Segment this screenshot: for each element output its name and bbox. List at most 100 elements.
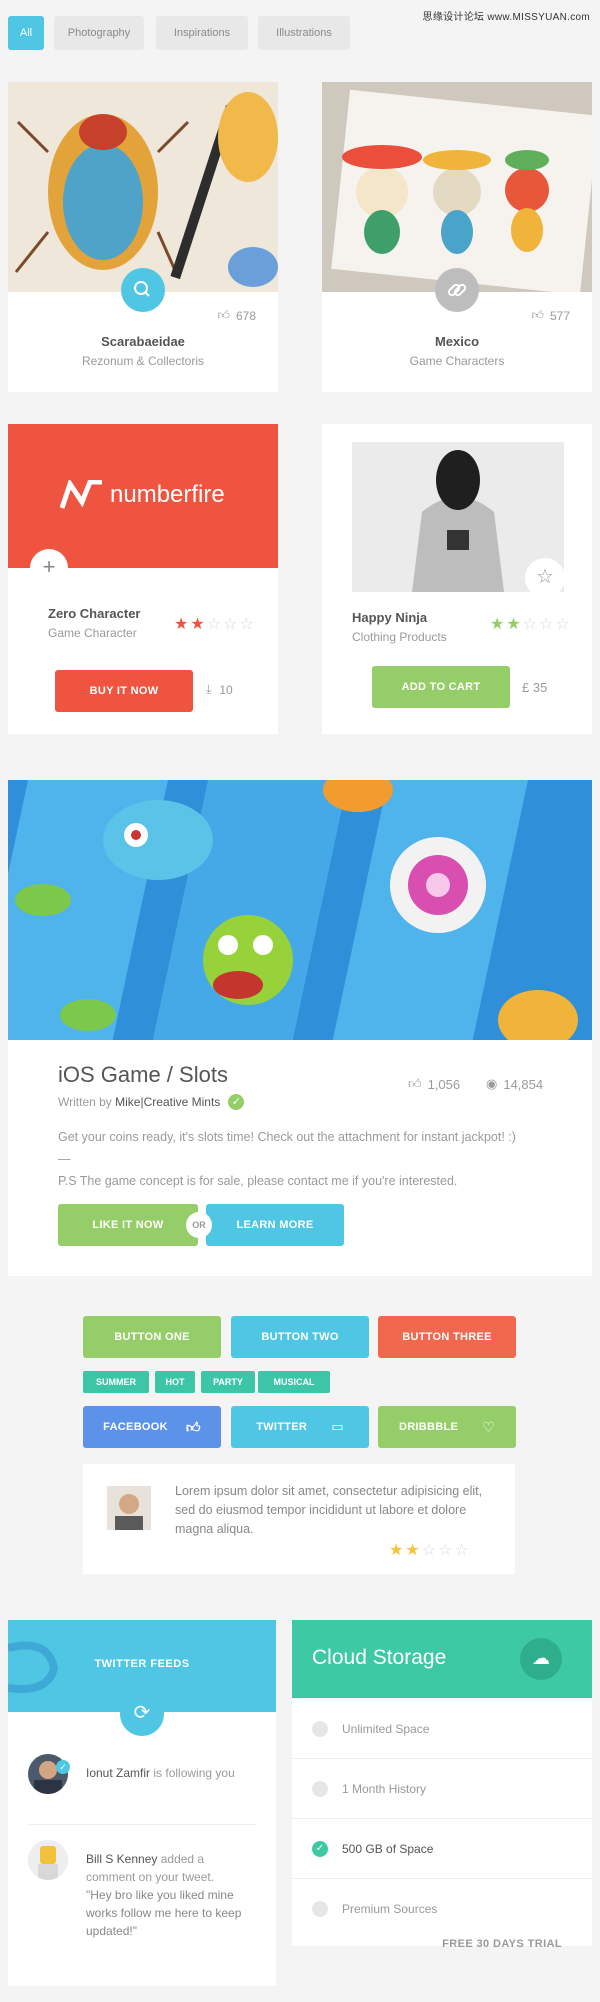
link-button[interactable] (435, 268, 479, 312)
feature-row[interactable]: 1 Month History (292, 1758, 592, 1818)
post-text: Get your coins ready, it's slots time! C… (58, 1130, 516, 1144)
card-subtitle: Game Characters (409, 354, 505, 368)
thumbs-up-icon: 👍︎ (185, 1419, 201, 1435)
feed-item: Bill S Kenney added a comment on your tw… (86, 1850, 256, 1940)
author-link[interactable]: Mike (115, 1095, 140, 1109)
cloud-storage-header: Cloud Storage ☁ (292, 1620, 592, 1698)
likes-counter[interactable]: 👍︎ 577 (531, 308, 570, 323)
thumbs-up-icon: 👍︎ (408, 1076, 422, 1091)
feed-user-name[interactable]: Bill S Kenney (86, 1852, 157, 1866)
thumbs-up-icon: 👍︎ (217, 308, 230, 322)
search-icon (134, 281, 150, 297)
or-divider: OR (186, 1212, 212, 1238)
post-title: iOS Game / Slots (58, 1062, 228, 1087)
download-icon: ⤓ (206, 682, 212, 696)
twitter-button[interactable]: TWITTER ▭ (231, 1406, 369, 1448)
post-divider: — (58, 1152, 71, 1166)
user-avatar (28, 1840, 68, 1880)
unchecked-circle-icon (312, 1901, 328, 1917)
watermark: 思缘设计论坛 www.MISSYUAN.com (422, 12, 590, 23)
post-ps: P.S The game concept is for sale, please… (58, 1174, 458, 1188)
learn-more-button[interactable]: LEARN MORE (206, 1204, 344, 1246)
feed-user-name[interactable]: Ionut Zamfir (86, 1766, 150, 1780)
numberfire-banner: numberfire (8, 424, 278, 568)
checked-circle-icon: ✓ (312, 1841, 328, 1857)
cloud-storage-widget: Cloud Storage ☁ Unlimited Space 1 Month … (292, 1620, 592, 1950)
review-card: Lorem ipsum dolor sit amet, consectetur … (83, 1464, 515, 1574)
free-trial-link[interactable]: FREE 30 DAYS TRIAL (442, 1938, 562, 1950)
unchecked-circle-icon (312, 1721, 328, 1737)
post-views: ◉ 14,854 (486, 1076, 544, 1092)
product-title: Zero Character (48, 606, 141, 621)
tab-illustrations[interactable]: Illustrations (258, 16, 350, 50)
company-link[interactable]: Creative Mints (144, 1095, 221, 1109)
verified-icon: ✓ (228, 1094, 245, 1110)
eye-icon: ◉ (486, 1076, 498, 1091)
heart-icon: ♡ (482, 1419, 496, 1435)
product-title: Happy Ninja (352, 610, 428, 625)
facebook-button[interactable]: FACEBOOK 👍︎ (83, 1406, 221, 1448)
unchecked-circle-icon (312, 1781, 328, 1797)
add-button[interactable]: + (30, 549, 68, 587)
follow-check-icon: ✓ (56, 1760, 70, 1774)
refresh-icon: ⟳ (133, 1702, 151, 1724)
product-card-numberfire: numberfire + Zero Character Game Charact… (8, 424, 278, 734)
card-subtitle: Rezonum & Collectoris (81, 354, 205, 368)
button-two[interactable]: BUTTON TWO (231, 1316, 369, 1358)
beetle-illustration (8, 82, 278, 292)
rating-stars: ★★☆☆☆ (174, 616, 256, 633)
feed-divider (28, 1824, 256, 1825)
gallery-card-mexico: 👍︎ 577 Mexico Game Characters (322, 82, 592, 392)
tab-all[interactable]: All (8, 16, 44, 50)
favorite-button[interactable]: ☆ (525, 558, 565, 598)
feature-row[interactable]: Unlimited Space (292, 1698, 592, 1758)
product-subtitle: Clothing Products (352, 630, 447, 644)
card-title: Mexico (434, 334, 480, 349)
tag-summer[interactable]: SUMMER (83, 1371, 149, 1393)
refresh-button[interactable]: ⟳ (120, 1692, 164, 1736)
tab-inspirations[interactable]: Inspirations (156, 16, 248, 50)
likes-counter[interactable]: 👍︎ 678 (217, 308, 256, 323)
reviewer-avatar (107, 1486, 151, 1530)
post-byline: Written by Mike | Creative Mints ✓ (58, 1094, 245, 1110)
gallery-card-scarabaeidae: 👍︎ 678 Scarabaeidae Rezonum & Collectori… (8, 82, 278, 392)
numberfire-logo: numberfire (60, 480, 225, 510)
rating-stars: ★★☆☆☆ (389, 1542, 471, 1559)
twitter-feeds-title: TWITTER FEEDS (94, 1658, 190, 1670)
thumbs-up-icon: 👍︎ (531, 308, 544, 322)
tag-party[interactable]: PARTY (201, 1371, 255, 1393)
feature-row[interactable]: Premium Sources (292, 1878, 592, 1938)
button-three[interactable]: BUTTON THREE (378, 1316, 516, 1358)
rating-stars: ★★☆☆☆ (490, 616, 572, 633)
tab-photography[interactable]: Photography (54, 16, 144, 50)
numberfire-logo-icon (60, 480, 102, 509)
link-icon (447, 283, 467, 297)
feature-row[interactable]: ✓ 500 GB of Space (292, 1818, 592, 1878)
slots-game-artwork (8, 780, 592, 1040)
cloud-icon[interactable]: ☁ (520, 1638, 562, 1680)
review-text: Lorem ipsum dolor sit amet, consectetur … (175, 1484, 483, 1536)
dribbble-button[interactable]: DRIBBBLE ♡ (378, 1406, 516, 1448)
feed-quote: "Hey bro like you liked mine works follo… (86, 1888, 242, 1938)
feed-item: Ionut Zamfir is following you (86, 1766, 235, 1780)
product-subtitle: Game Character (48, 626, 137, 640)
post-likes[interactable]: 👍︎ 1,056 (408, 1076, 460, 1092)
card-title: Scarabaeidae (101, 334, 185, 349)
mexico-illustration (322, 82, 592, 292)
add-to-cart-button[interactable]: ADD TO CART (372, 666, 510, 708)
price: £ 35 (522, 680, 548, 695)
twitter-feeds-widget: TWITTER FEEDS ⟳ ✓ Ionut Zamfir is follow… (8, 1620, 276, 1986)
speech-bubble-icon: ▭ (331, 1419, 344, 1434)
buy-it-now-button[interactable]: BUY IT NOW (55, 670, 193, 712)
like-it-now-button[interactable]: LIKE IT NOW (58, 1204, 198, 1246)
post-card: iOS Game / Slots Written by Mike | Creativ… (8, 780, 592, 1276)
product-card-ninja: ☆ Happy Ninja Clothing Products ★★☆☆☆ AD… (322, 424, 592, 734)
plus-icon: + (42, 554, 56, 579)
tag-musical[interactable]: MUSICAL (258, 1371, 330, 1393)
star-icon: ☆ (536, 566, 554, 588)
cloud-storage-title: Cloud Storage (312, 1646, 447, 1669)
tag-hot[interactable]: HOT (155, 1371, 195, 1393)
button-one[interactable]: BUTTON ONE (83, 1316, 221, 1358)
downloads-counter: ⤓ 10 (206, 682, 233, 697)
search-button[interactable] (121, 268, 165, 312)
